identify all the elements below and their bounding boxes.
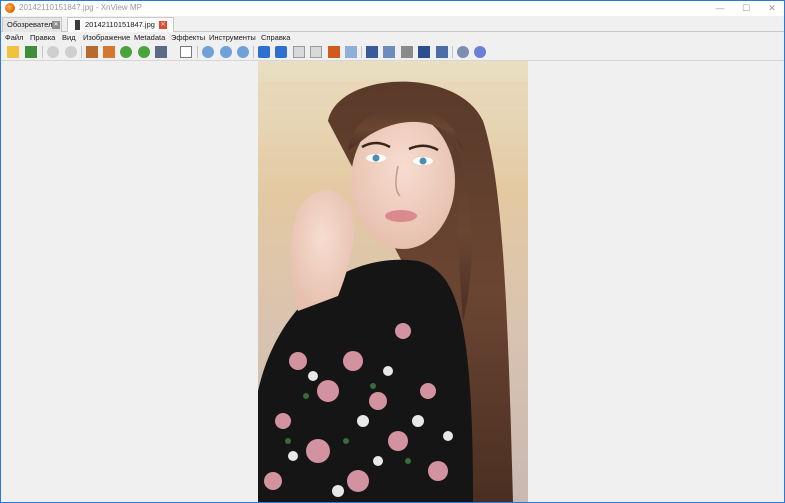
menu-effects[interactable]: Эффекты: [171, 32, 205, 43]
tab-image[interactable]: 20142110151847.jpg ✕: [67, 17, 174, 32]
menu-metadata[interactable]: Metadata: [134, 32, 165, 43]
tab-browser[interactable]: Обозреватель ✕: [2, 17, 62, 32]
toolbar-separator: [42, 46, 43, 58]
copy-icon[interactable]: [344, 45, 358, 59]
properties-icon[interactable]: [435, 45, 449, 59]
print-icon[interactable]: [400, 45, 414, 59]
menu-edit[interactable]: Правка: [30, 32, 55, 43]
slideshow-icon[interactable]: [327, 45, 341, 59]
xnview-logo-icon: [5, 3, 15, 13]
toolbar: [1, 43, 784, 61]
image-file-icon: [75, 20, 80, 30]
tab-bar: Обозреватель ✕ 20142110151847.jpg ✕: [1, 16, 784, 32]
levels-icon[interactable]: [179, 45, 193, 59]
tab-close-icon[interactable]: ✕: [52, 21, 60, 29]
menu-image[interactable]: Изображение: [83, 32, 130, 43]
redo-icon[interactable]: [64, 45, 78, 59]
toolbar-separator: [361, 46, 362, 58]
menu-help[interactable]: Справка: [261, 32, 290, 43]
menu-view[interactable]: Вид: [62, 32, 76, 43]
open-folder-icon[interactable]: [6, 45, 20, 59]
toolbar-separator: [452, 46, 453, 58]
close-button[interactable]: ✕: [761, 1, 783, 16]
undo-icon[interactable]: [46, 45, 60, 59]
previous-icon[interactable]: [257, 45, 271, 59]
app-window: 20142110151847.jpg - XnView MP — ☐ ✕ Обо…: [0, 0, 785, 503]
next-icon[interactable]: [274, 45, 288, 59]
toolbar-separator: [197, 46, 198, 58]
last-page-icon[interactable]: [309, 45, 323, 59]
title-bar[interactable]: 20142110151847.jpg - XnView MP — ☐ ✕: [1, 1, 784, 16]
photo-canvas: [258, 61, 528, 502]
save-icon[interactable]: [24, 45, 38, 59]
fullscreen-icon[interactable]: [365, 45, 379, 59]
photo: [258, 61, 528, 502]
menu-tools[interactable]: Инструменты: [209, 32, 256, 43]
first-page-icon[interactable]: [292, 45, 306, 59]
rotate-left-icon[interactable]: [119, 45, 133, 59]
toolbar-separator: [253, 46, 254, 58]
toolbar-separator: [81, 46, 82, 58]
image-viewer[interactable]: [1, 61, 784, 502]
tab-label: 20142110151847.jpg: [85, 20, 155, 29]
settings-icon[interactable]: [456, 45, 470, 59]
help-icon[interactable]: [473, 45, 487, 59]
zoom-fit-icon[interactable]: [219, 45, 233, 59]
menu-bar: Файл Правка Вид Изображение Metadata Эфф…: [1, 32, 784, 43]
rotate-right-icon[interactable]: [137, 45, 151, 59]
menu-file[interactable]: Файл: [5, 32, 23, 43]
adjust-menu-icon[interactable]: [154, 45, 168, 59]
window-title: 20142110151847.jpg - XnView MP: [19, 3, 142, 12]
tab-label: Обозреватель: [7, 20, 57, 29]
zoom-in-icon[interactable]: [201, 45, 215, 59]
zoom-out-icon[interactable]: [236, 45, 250, 59]
wallpaper-icon[interactable]: [417, 45, 431, 59]
minimize-button[interactable]: —: [709, 1, 731, 16]
maximize-button[interactable]: ☐: [735, 1, 757, 16]
edit-icon[interactable]: [382, 45, 396, 59]
tab-close-icon[interactable]: ✕: [159, 21, 167, 29]
crop-icon[interactable]: [85, 45, 99, 59]
resize-icon[interactable]: [102, 45, 116, 59]
